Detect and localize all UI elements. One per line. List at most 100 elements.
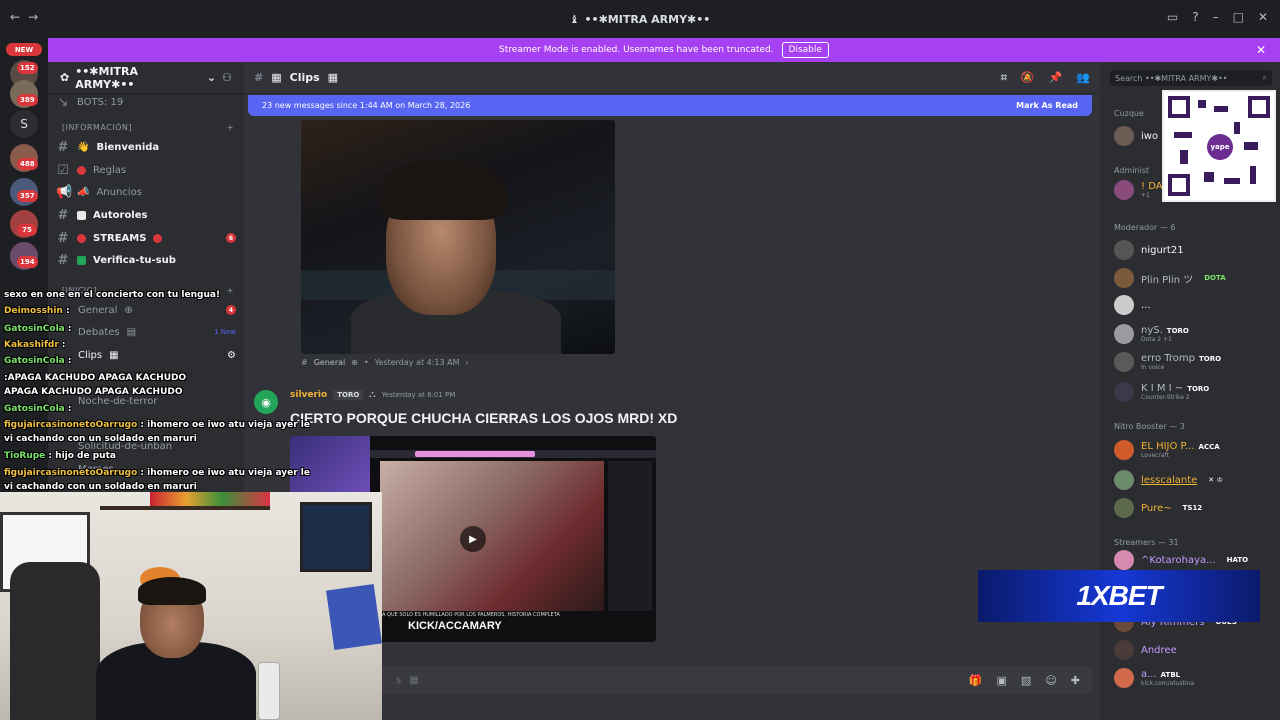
new-pill[interactable]: NEW xyxy=(6,43,42,56)
avatar xyxy=(1114,295,1134,315)
qr-code-overlay: yape xyxy=(1162,90,1276,202)
message-author[interactable]: silverio xyxy=(290,390,327,400)
member-row[interactable]: Andree xyxy=(1114,638,1274,662)
qr-cell xyxy=(1214,106,1228,112)
gif-icon[interactable]: ▣ xyxy=(997,674,1007,687)
disable-streamer-mode-button[interactable]: Disable xyxy=(781,42,829,58)
qr-cell xyxy=(1180,150,1188,164)
channel-label: Autoroles xyxy=(93,209,148,221)
member-tag: TORO xyxy=(1187,385,1210,393)
channel-anuncios[interactable]: 📢 📣 Anuncios xyxy=(56,182,236,202)
avatar xyxy=(1114,180,1134,200)
qr-cell xyxy=(1250,166,1256,184)
apps-icon[interactable]: ✚ xyxy=(1071,674,1080,687)
member-row[interactable]: EL HIJO P... ACCA Lovecraft xyxy=(1114,438,1274,462)
chat-line: TioRupe : hijo de puta xyxy=(4,451,116,461)
person-hair xyxy=(379,160,507,220)
gift-icon[interactable]: 🎁 xyxy=(969,674,983,687)
channel-label: Verifica-tu-sub xyxy=(93,254,176,266)
category-informacion[interactable]: [INFORMACIÓN] + xyxy=(62,123,234,132)
threads-icon[interactable]: ⌗ xyxy=(1001,71,1007,85)
member-row[interactable]: nyS. TORO Dota 2 +1 xyxy=(1114,322,1274,346)
chat-line: sexo en one en el concierto con tu lengu… xyxy=(4,290,221,300)
search-input[interactable]: Search ••✱MITRA ARMY✱•• ⌕ xyxy=(1110,70,1272,86)
channel-verifica-tu-sub[interactable]: # Verifica-tu-sub xyxy=(56,250,236,270)
category-label: [INFORMACIÓN] xyxy=(62,123,133,132)
add-channel-icon[interactable]: + xyxy=(227,123,234,132)
server-emblem-icon: ✿ xyxy=(60,71,70,84)
mute-bell-icon[interactable]: 🔕 xyxy=(1021,71,1035,85)
channel-bienvenida[interactable]: # 👋 Bienvenida xyxy=(56,137,236,157)
video-caption: A QUE SOLO ES HUMILLADO POR LOS PALMEROS… xyxy=(382,612,560,618)
channel-header: # ▦ Clips ▦ ⌗ 🔕 📌 👥 xyxy=(244,62,1100,94)
member-sub: Lovecraft xyxy=(1141,452,1169,459)
channel-streams[interactable]: # STREAMS 6 xyxy=(56,228,236,248)
member-row[interactable]: nigurt21 xyxy=(1114,238,1274,262)
maximize-button[interactable]: □ xyxy=(1233,10,1244,24)
server-header[interactable]: ✿ ••✱MITRA ARMY✱•• ⌄ ⚇ xyxy=(48,62,244,94)
hash-icon: # xyxy=(57,230,69,246)
back-arrow-icon[interactable]: ← xyxy=(10,10,20,24)
message-header: silverio TORO ⛬ Yesterday at 8:01 PM xyxy=(290,390,455,400)
emoji-icon[interactable]: ☺ xyxy=(1045,674,1056,687)
members-icon[interactable]: 👥 xyxy=(1076,71,1090,85)
close-button[interactable]: ✕ xyxy=(1258,10,1268,24)
dot-separator: • xyxy=(363,358,369,367)
member-row[interactable]: Pure~ TS12 xyxy=(1114,496,1274,520)
avatar xyxy=(1114,640,1134,660)
qr-finder xyxy=(1168,174,1190,196)
pin-icon[interactable]: 📌 xyxy=(1049,71,1063,85)
bottle xyxy=(258,662,280,720)
avatar xyxy=(1114,324,1134,344)
member-row[interactable]: Plin Plin ツ DOTA xyxy=(1114,266,1274,290)
sticker-icon[interactable]: ▧ xyxy=(1021,674,1031,687)
channel-label: Anuncios xyxy=(96,186,142,198)
message-text: CIERTO PORQUE CHUCHA CIERRAS LOS OJOS MR… xyxy=(290,410,678,426)
invite-people-icon[interactable]: ⚇ xyxy=(222,71,232,84)
live-dot-icon xyxy=(153,233,163,243)
server-icon: ♝ xyxy=(569,12,580,26)
forward-arrow-icon[interactable]: → xyxy=(28,10,38,24)
image-attachment[interactable] xyxy=(301,120,615,354)
mark-as-read-button[interactable]: Mark As Read xyxy=(1016,101,1078,110)
rules-icon: ☑ xyxy=(57,162,69,178)
new-messages-bar[interactable]: 23 new messages since 1:44 AM on March 2… xyxy=(248,95,1092,116)
progress-bar xyxy=(415,451,535,457)
member-row[interactable]: a... ATBL kick.com/atustina xyxy=(1114,666,1274,690)
member-row[interactable]: lesscalante ✕ ♔ xyxy=(1114,468,1274,492)
member-name: ... xyxy=(1141,299,1151,311)
channel-autoroles[interactable]: # Autoroles xyxy=(56,205,236,225)
source-channel[interactable]: General xyxy=(314,358,346,367)
channel-bots[interactable]: ↘ BOTS: 19 xyxy=(56,92,236,112)
new-messages-text: 23 new messages since 1:44 AM on March 2… xyxy=(262,101,471,110)
member-group-label: Cuzque xyxy=(1114,109,1144,118)
member-row[interactable]: erro Tromp TORO In voice xyxy=(1114,350,1274,374)
history-nav: ← → xyxy=(10,10,38,24)
document-icon xyxy=(77,210,86,220)
inbox-icon[interactable]: ▭ xyxy=(1167,10,1178,24)
chevron-right-icon[interactable]: › xyxy=(466,358,469,367)
member-group-label: Streamers — 31 xyxy=(1114,538,1179,547)
qr-cell xyxy=(1244,142,1258,150)
member-row[interactable]: K I M I ~ TORO Counter-Strike 2 xyxy=(1114,380,1274,404)
chat-line: GatosinCola : xyxy=(4,404,72,414)
member-sub: +1 xyxy=(1141,192,1150,199)
close-banner-icon[interactable]: ✕ xyxy=(1256,43,1266,57)
play-icon[interactable]: ▶ xyxy=(460,526,486,552)
channel-reglas[interactable]: ☑ Reglas xyxy=(56,160,236,180)
avatar xyxy=(1114,240,1134,260)
wall-shelf xyxy=(100,506,270,510)
help-icon[interactable]: ? xyxy=(1192,10,1198,24)
chat-line: Deimosshin : xyxy=(4,306,70,316)
qr-cell xyxy=(1198,100,1206,108)
minimize-button[interactable]: – xyxy=(1213,10,1219,24)
qr-cell xyxy=(1224,178,1240,184)
server-icon-3[interactable]: S xyxy=(10,110,38,138)
member-group-label: Nitro Booster — 3 xyxy=(1114,422,1185,431)
member-row[interactable]: ... xyxy=(1114,293,1274,317)
member-row[interactable]: ^Kotarohaya... HATO xyxy=(1114,548,1274,572)
gaming-chair xyxy=(10,562,100,720)
member-tag: HATO xyxy=(1226,556,1249,564)
member-name: Plin Plin ツ xyxy=(1141,274,1194,286)
hash-icon: # xyxy=(57,139,69,155)
